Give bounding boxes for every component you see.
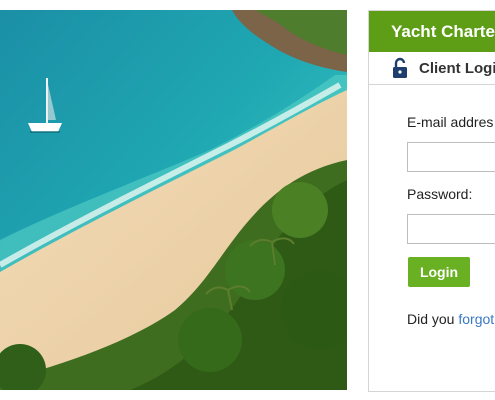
beach-yacht-photo (0, 10, 347, 390)
email-label: E-mail addres (407, 114, 494, 130)
panel-header-title: Yacht Charte (369, 11, 495, 52)
client-login-label: Client Logi (419, 59, 495, 77)
login-panel: Yacht Charte Client Logi E-mail addres P… (368, 10, 495, 392)
forgot-password-line: Did you forgot (407, 311, 494, 327)
email-field[interactable] (407, 142, 495, 172)
client-login-heading: Client Logi (369, 52, 495, 85)
password-field[interactable] (407, 214, 495, 244)
forgot-prefix: Did you (407, 311, 459, 327)
lock-icon (391, 57, 409, 79)
login-button[interactable]: Login (408, 257, 470, 287)
password-label: Password: (407, 186, 473, 202)
forgot-password-link[interactable]: forgot (458, 311, 494, 327)
